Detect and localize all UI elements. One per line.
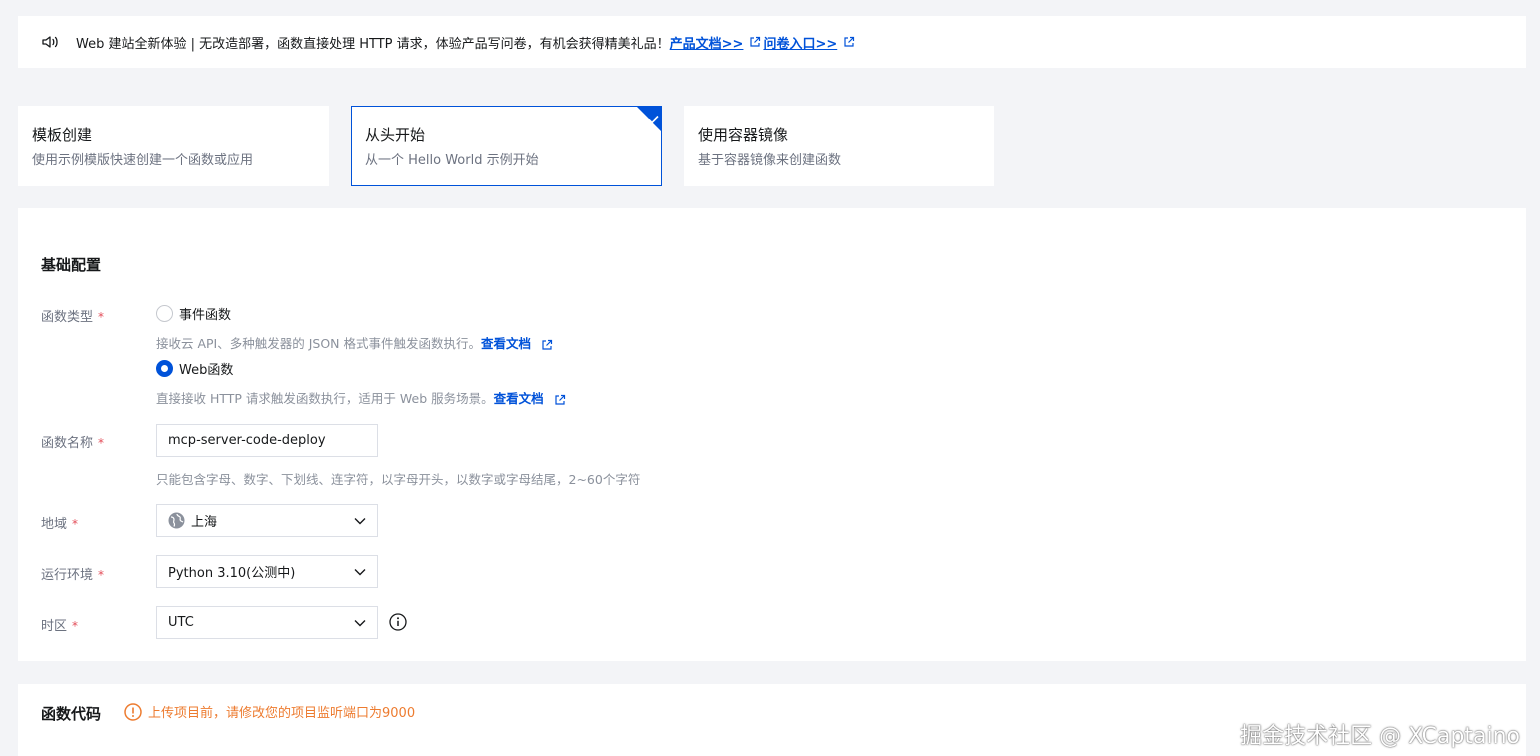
event-function-hint: 接收云 API、多种触发器的 JSON 格式事件触发函数执行。查看文档 <box>156 333 555 352</box>
select-value: 上海 <box>191 515 218 530</box>
radio-label: 事件函数 <box>179 308 232 323</box>
creation-method-cards: 模板创建 使用示例模版快速创建一个函数或应用 从头开始 从一个 Hello Wo… <box>18 106 1016 186</box>
required-mark: * <box>72 619 79 633</box>
select-value: UTC <box>168 615 194 630</box>
card-container-image[interactable]: 使用容器镜像 基于容器镜像来创建函数 <box>684 106 994 186</box>
basic-config-panel: 基础配置 函数类型 * 事件函数 接收云 API、多种触发器的 JSON 格式事件… <box>18 208 1526 661</box>
select-value: Python 3.10(公测中) <box>168 566 296 581</box>
radio-label: Web函数 <box>179 363 234 378</box>
external-link-icon <box>843 36 855 48</box>
external-link-icon <box>749 36 761 48</box>
function-name-label: 函数名称 * <box>41 432 104 451</box>
runtime-select[interactable]: Python 3.10(公测中) <box>156 555 378 588</box>
required-mark: * <box>98 310 105 324</box>
view-docs-link[interactable]: 查看文档 <box>494 391 544 406</box>
hint-text: 接收云 API、多种触发器的 JSON 格式事件触发函数执行。 <box>156 336 482 351</box>
card-desc: 从一个 Hello World 示例开始 <box>365 153 539 168</box>
radio-circle[interactable] <box>156 360 173 377</box>
region-select[interactable]: 上海 <box>156 504 378 537</box>
hint-text: 直接接收 HTTP 请求触发函数执行，适用于 Web 服务场景。 <box>156 391 494 406</box>
chevron-down-icon <box>354 517 366 525</box>
required-mark: * <box>98 436 105 450</box>
timezone-select[interactable]: UTC <box>156 606 378 639</box>
radio-event-function[interactable]: 事件函数 <box>156 304 231 323</box>
region-label: 地域 * <box>41 513 78 532</box>
label-text: 地域 <box>41 517 68 532</box>
chevron-down-icon <box>354 568 366 576</box>
view-docs-link[interactable]: 查看文档 <box>481 336 531 351</box>
timezone-label: 时区 * <box>41 615 78 634</box>
external-link-icon <box>541 339 553 351</box>
card-desc: 基于容器镜像来创建函数 <box>698 153 842 168</box>
required-mark: * <box>98 568 105 582</box>
web-function-hint: 直接接收 HTTP 请求触发函数执行，适用于 Web 服务场景。查看文档 <box>156 388 568 407</box>
card-title: 模板创建 <box>32 126 93 144</box>
required-mark: * <box>72 517 79 531</box>
watermark: 掘金技术社区 @ XCaptaino <box>1240 724 1520 749</box>
notice-bar: Web 建站全新体验 | 无改造部署，函数直接处理 HTTP 请求，体验产品写问… <box>18 16 1526 68</box>
label-text: 函数名称 <box>41 436 94 451</box>
section-heading: 函数代码 <box>41 705 102 723</box>
section-heading: 基础配置 <box>41 256 102 274</box>
notice-text: Web 建站全新体验 | 无改造部署，函数直接处理 HTTP 请求，体验产品写问… <box>76 36 670 52</box>
speaker-icon <box>42 35 60 49</box>
card-from-scratch[interactable]: 从头开始 从一个 Hello World 示例开始 <box>351 106 662 186</box>
radio-web-function[interactable]: Web函数 <box>156 359 233 378</box>
input-value[interactable]: mcp-server-code-deploy <box>168 433 326 448</box>
runtime-label: 运行环境 * <box>41 564 104 583</box>
survey-link[interactable]: 问卷入口>> <box>763 33 837 52</box>
label-text: 运行环境 <box>41 568 94 583</box>
warning-icon <box>124 702 142 721</box>
function-name-input[interactable]: mcp-server-code-deploy <box>156 424 378 457</box>
hint-text: 只能包含字母、数字、下划线、连字符，以字母开头，以数字或字母结尾，2~60个字符 <box>156 472 641 487</box>
chevron-down-icon <box>354 619 366 627</box>
port-warning: 上传项目前，请修改您的项目监听端口为9000 <box>124 702 415 721</box>
radio-circle[interactable] <box>156 305 173 322</box>
checkmark-icon <box>648 109 659 124</box>
card-title: 使用容器镜像 <box>698 126 789 144</box>
label-text: 时区 <box>41 619 68 634</box>
warning-text: 上传项目前，请修改您的项目监听端口为9000 <box>148 706 416 721</box>
product-docs-link[interactable]: 产品文档>> <box>670 33 744 52</box>
card-title: 从头开始 <box>365 126 426 144</box>
label-text: 函数类型 <box>41 310 94 325</box>
globe-icon <box>168 512 185 529</box>
info-icon[interactable] <box>389 613 407 631</box>
card-desc: 使用示例模版快速创建一个函数或应用 <box>32 153 254 168</box>
external-link-icon <box>554 394 566 406</box>
function-name-hint: 只能包含字母、数字、下划线、连字符，以字母开头，以数字或字母结尾，2~60个字符 <box>156 469 640 488</box>
card-template-create[interactable]: 模板创建 使用示例模版快速创建一个函数或应用 <box>18 106 329 186</box>
function-type-label: 函数类型 * <box>41 306 104 325</box>
